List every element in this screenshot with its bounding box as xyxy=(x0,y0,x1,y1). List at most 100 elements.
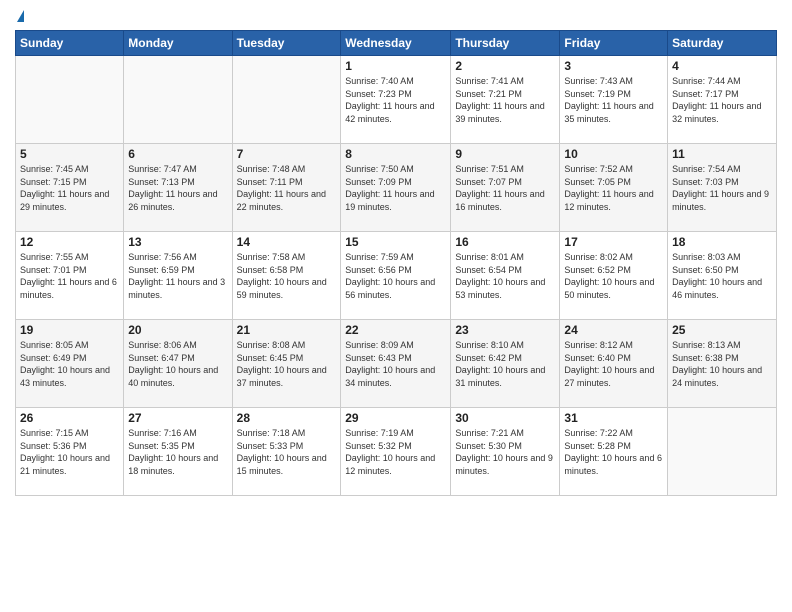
day-number: 19 xyxy=(20,323,119,337)
day-info: Sunrise: 7:40 AM Sunset: 7:23 PM Dayligh… xyxy=(345,75,446,125)
day-number: 14 xyxy=(237,235,337,249)
day-number: 23 xyxy=(455,323,555,337)
calendar-week-row: 12 Sunrise: 7:55 AM Sunset: 7:01 PM Dayli… xyxy=(16,232,777,320)
logo xyxy=(15,10,24,22)
day-info: Sunrise: 8:09 AM Sunset: 6:43 PM Dayligh… xyxy=(345,339,446,389)
calendar-cell: 29Sunrise: 7:19 AM Sunset: 5:32 PM Dayli… xyxy=(341,408,451,496)
day-info: Sunrise: 7:45 AM Sunset: 7:15 PM Dayligh… xyxy=(20,163,119,213)
day-info: Sunrise: 7:16 AM Sunset: 5:35 PM Dayligh… xyxy=(128,427,227,477)
calendar-cell xyxy=(16,56,124,144)
day-info: Sunrise: 7:43 AM Sunset: 7:19 PM Dayligh… xyxy=(564,75,663,125)
calendar-cell: 31 Sunrise: 7:22 AM Sunset: 5:28 PM Dayli… xyxy=(560,408,668,496)
day-number: 6 xyxy=(128,147,227,161)
day-number: 13 xyxy=(128,235,227,249)
day-number: 12 xyxy=(20,235,119,249)
day-info: Sunrise: 7:55 AM Sunset: 7:01 PM Dayligh… xyxy=(20,251,119,301)
day-number: 22 xyxy=(345,323,446,337)
day-number: 27 xyxy=(128,411,227,425)
calendar-header-sunday: Sunday xyxy=(16,31,124,56)
calendar-header-thursday: Thursday xyxy=(451,31,560,56)
calendar-cell: 23 Sunrise: 8:10 AM Sunset: 6:42 PM Dayli… xyxy=(451,320,560,408)
day-number: 25 xyxy=(672,323,772,337)
day-number: 31 xyxy=(564,411,663,425)
calendar-cell xyxy=(124,56,232,144)
day-info: Sunrise: 7:21 AM Sunset: 5:30 PM Dayligh… xyxy=(455,427,555,477)
calendar-cell: 3Sunrise: 7:43 AM Sunset: 7:19 PM Daylig… xyxy=(560,56,668,144)
day-info: Sunrise: 8:13 AM Sunset: 6:38 PM Dayligh… xyxy=(672,339,772,389)
calendar-cell: 28 Sunrise: 7:18 AM Sunset: 5:33 PM Dayli… xyxy=(232,408,341,496)
day-info: Sunrise: 7:19 AM Sunset: 5:32 PM Dayligh… xyxy=(345,427,446,477)
calendar-table: SundayMondayTuesdayWednesdayThursdayFrid… xyxy=(15,30,777,496)
day-number: 9 xyxy=(455,147,555,161)
day-info: Sunrise: 8:02 AM Sunset: 6:52 PM Dayligh… xyxy=(564,251,663,301)
day-info: Sunrise: 7:59 AM Sunset: 6:56 PM Dayligh… xyxy=(345,251,446,301)
calendar-header-friday: Friday xyxy=(560,31,668,56)
day-info: Sunrise: 7:56 AM Sunset: 6:59 PM Dayligh… xyxy=(128,251,227,301)
calendar-cell: 6 Sunrise: 7:47 AM Sunset: 7:13 PM Daylig… xyxy=(124,144,232,232)
day-number: 11 xyxy=(672,147,772,161)
day-info: Sunrise: 8:05 AM Sunset: 6:49 PM Dayligh… xyxy=(20,339,119,389)
day-number: 1 xyxy=(345,59,446,73)
day-info: Sunrise: 8:06 AM Sunset: 6:47 PM Dayligh… xyxy=(128,339,227,389)
calendar-cell: 20 Sunrise: 8:06 AM Sunset: 6:47 PM Dayli… xyxy=(124,320,232,408)
day-number: 10 xyxy=(564,147,663,161)
day-number: 24 xyxy=(564,323,663,337)
day-info: Sunrise: 7:58 AM Sunset: 6:58 PM Dayligh… xyxy=(237,251,337,301)
day-number: 17 xyxy=(564,235,663,249)
day-info: Sunrise: 8:10 AM Sunset: 6:42 PM Dayligh… xyxy=(455,339,555,389)
calendar-header-tuesday: Tuesday xyxy=(232,31,341,56)
day-info: Sunrise: 8:12 AM Sunset: 6:40 PM Dayligh… xyxy=(564,339,663,389)
day-number: 18 xyxy=(672,235,772,249)
day-info: Sunrise: 8:01 AM Sunset: 6:54 PM Dayligh… xyxy=(455,251,555,301)
day-number: 28 xyxy=(237,411,337,425)
calendar-cell: 10 Sunrise: 7:52 AM Sunset: 7:05 PM Dayli… xyxy=(560,144,668,232)
calendar-cell: 11 Sunrise: 7:54 AM Sunset: 7:03 PM Dayli… xyxy=(668,144,777,232)
day-info: Sunrise: 7:15 AM Sunset: 5:36 PM Dayligh… xyxy=(20,427,119,477)
day-number: 8 xyxy=(345,147,446,161)
calendar-cell: 9 Sunrise: 7:51 AM Sunset: 7:07 PM Daylig… xyxy=(451,144,560,232)
calendar-cell: 30 Sunrise: 7:21 AM Sunset: 5:30 PM Dayli… xyxy=(451,408,560,496)
calendar-cell: 2Sunrise: 7:41 AM Sunset: 7:21 PM Daylig… xyxy=(451,56,560,144)
day-number: 26 xyxy=(20,411,119,425)
calendar-cell: 19 Sunrise: 8:05 AM Sunset: 6:49 PM Dayli… xyxy=(16,320,124,408)
calendar-cell: 21Sunrise: 8:08 AM Sunset: 6:45 PM Dayli… xyxy=(232,320,341,408)
calendar-header-saturday: Saturday xyxy=(668,31,777,56)
calendar-cell: 4 Sunrise: 7:44 AM Sunset: 7:17 PM Daylig… xyxy=(668,56,777,144)
day-info: Sunrise: 7:44 AM Sunset: 7:17 PM Dayligh… xyxy=(672,75,772,125)
calendar-header-row: SundayMondayTuesdayWednesdayThursdayFrid… xyxy=(16,31,777,56)
day-info: Sunrise: 7:48 AM Sunset: 7:11 PM Dayligh… xyxy=(237,163,337,213)
day-number: 30 xyxy=(455,411,555,425)
calendar-cell: 12 Sunrise: 7:55 AM Sunset: 7:01 PM Dayli… xyxy=(16,232,124,320)
day-info: Sunrise: 8:03 AM Sunset: 6:50 PM Dayligh… xyxy=(672,251,772,301)
calendar-cell xyxy=(668,408,777,496)
day-number: 20 xyxy=(128,323,227,337)
calendar-cell: 25 Sunrise: 8:13 AM Sunset: 6:38 PM Dayli… xyxy=(668,320,777,408)
day-info: Sunrise: 7:50 AM Sunset: 7:09 PM Dayligh… xyxy=(345,163,446,213)
calendar-cell: 8 Sunrise: 7:50 AM Sunset: 7:09 PM Daylig… xyxy=(341,144,451,232)
calendar-week-row: 1 Sunrise: 7:40 AM Sunset: 7:23 PM Daylig… xyxy=(16,56,777,144)
day-info: Sunrise: 7:22 AM Sunset: 5:28 PM Dayligh… xyxy=(564,427,663,477)
calendar-cell xyxy=(232,56,341,144)
calendar-week-row: 5Sunrise: 7:45 AM Sunset: 7:15 PM Daylig… xyxy=(16,144,777,232)
calendar-week-row: 26 Sunrise: 7:15 AM Sunset: 5:36 PM Dayli… xyxy=(16,408,777,496)
day-number: 7 xyxy=(237,147,337,161)
header xyxy=(15,10,777,22)
calendar-cell: 15Sunrise: 7:59 AM Sunset: 6:56 PM Dayli… xyxy=(341,232,451,320)
day-info: Sunrise: 7:51 AM Sunset: 7:07 PM Dayligh… xyxy=(455,163,555,213)
day-info: Sunrise: 7:18 AM Sunset: 5:33 PM Dayligh… xyxy=(237,427,337,477)
calendar-header-monday: Monday xyxy=(124,31,232,56)
page: SundayMondayTuesdayWednesdayThursdayFrid… xyxy=(0,0,792,612)
logo-line-general xyxy=(15,10,24,22)
calendar-cell: 13 Sunrise: 7:56 AM Sunset: 6:59 PM Dayli… xyxy=(124,232,232,320)
day-info: Sunrise: 7:41 AM Sunset: 7:21 PM Dayligh… xyxy=(455,75,555,125)
day-number: 4 xyxy=(672,59,772,73)
calendar-cell: 27 Sunrise: 7:16 AM Sunset: 5:35 PM Dayli… xyxy=(124,408,232,496)
day-number: 16 xyxy=(455,235,555,249)
day-info: Sunrise: 7:52 AM Sunset: 7:05 PM Dayligh… xyxy=(564,163,663,213)
calendar-cell: 26 Sunrise: 7:15 AM Sunset: 5:36 PM Dayli… xyxy=(16,408,124,496)
calendar-cell: 22 Sunrise: 8:09 AM Sunset: 6:43 PM Dayli… xyxy=(341,320,451,408)
calendar-cell: 17 Sunrise: 8:02 AM Sunset: 6:52 PM Dayli… xyxy=(560,232,668,320)
day-info: Sunrise: 7:47 AM Sunset: 7:13 PM Dayligh… xyxy=(128,163,227,213)
day-info: Sunrise: 7:54 AM Sunset: 7:03 PM Dayligh… xyxy=(672,163,772,213)
logo-triangle-icon xyxy=(17,10,24,22)
